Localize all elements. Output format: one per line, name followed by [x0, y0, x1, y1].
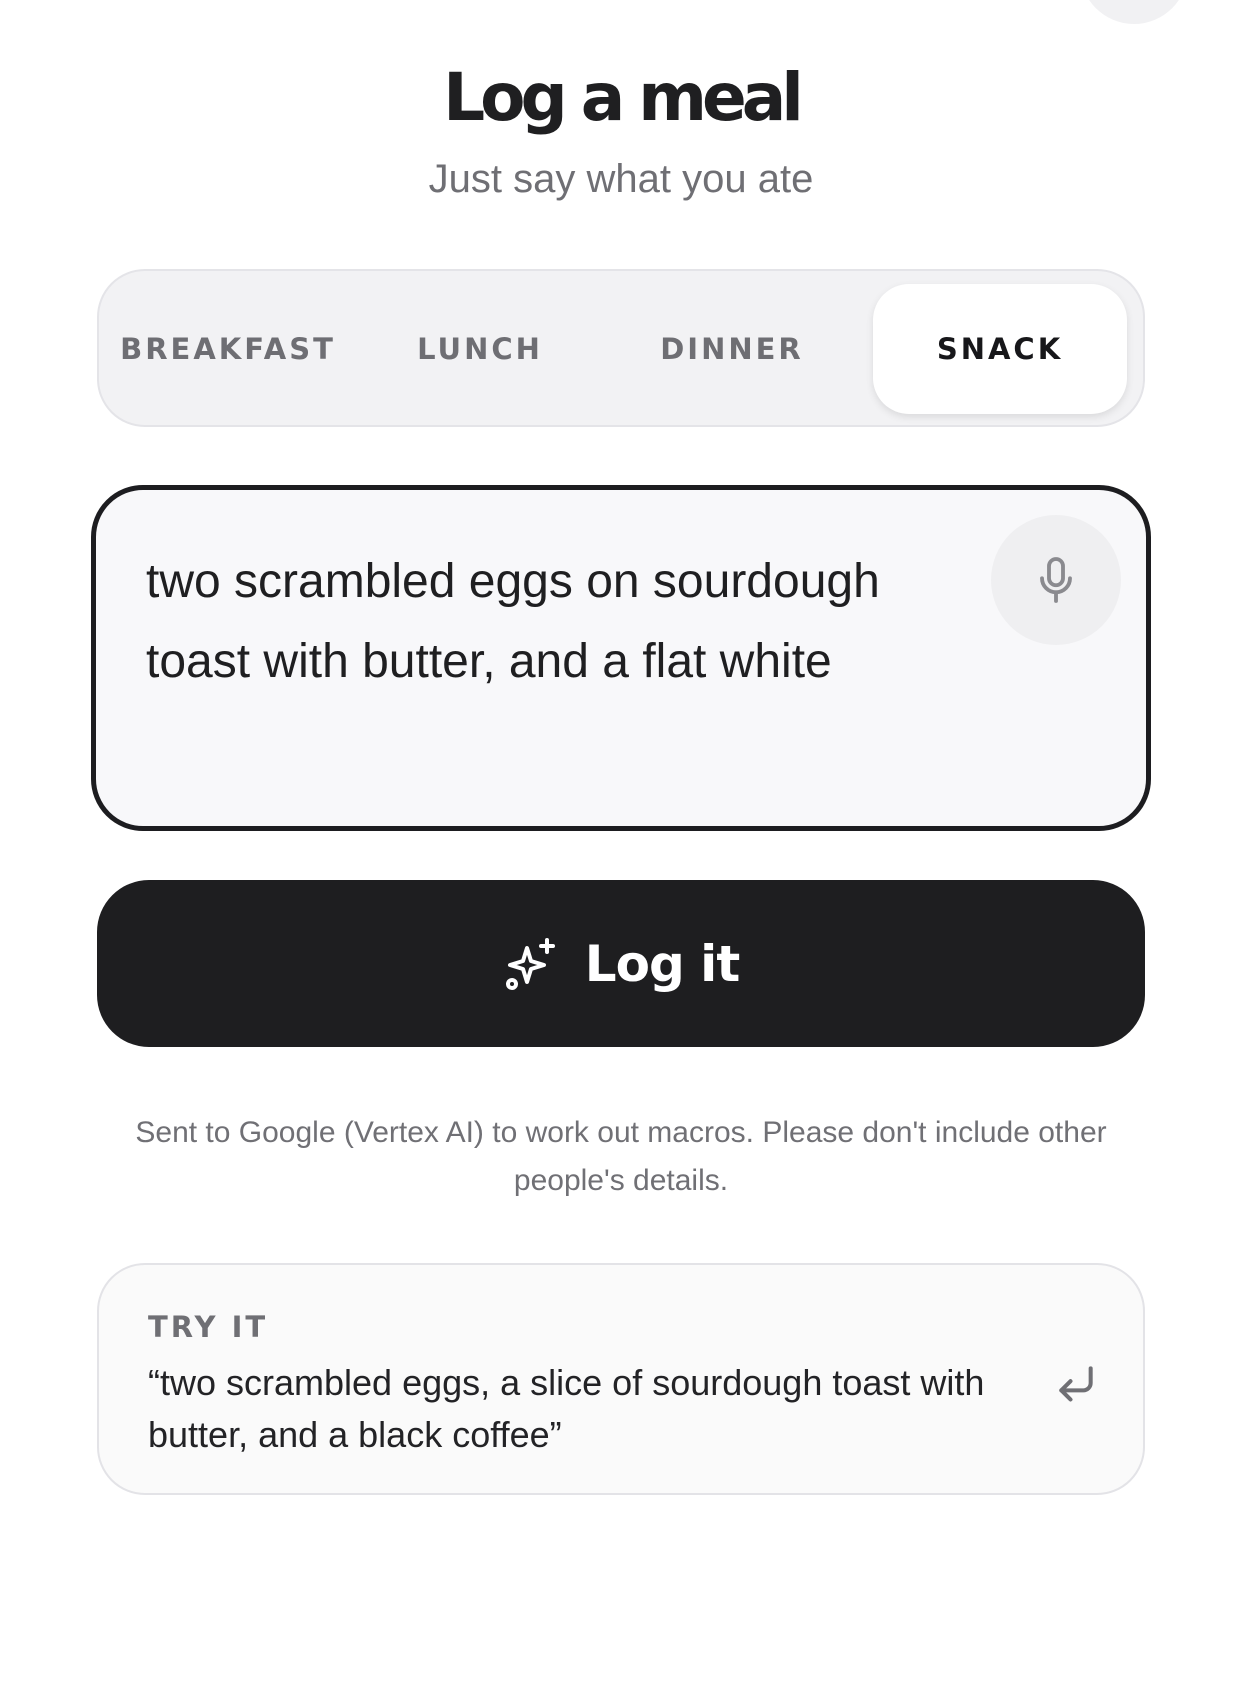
tab-lunch[interactable]: LUNCH: [367, 284, 593, 414]
page-title: Log a meal: [443, 59, 804, 136]
try-it-example-text: “two scrambled eggs, a slice of sourdoug…: [148, 1362, 985, 1455]
tab-snack[interactable]: SNACK: [873, 284, 1127, 414]
microphone-icon: [1040, 557, 1072, 603]
tab-dinner[interactable]: DINNER: [619, 284, 845, 414]
enter-icon: [1059, 1366, 1093, 1402]
meal-type-tabs: BREAKFAST LUNCH DINNER SNACK: [97, 269, 1145, 427]
page-subtitle: Just say what you ate: [428, 157, 814, 201]
meal-description-input[interactable]: two scrambled eggs on sourdough toast wi…: [146, 542, 946, 772]
privacy-note: Sent to Google (Vertex AI) to work out m…: [135, 1116, 1107, 1197]
avatar[interactable]: [1080, 0, 1188, 24]
meal-input-container: two scrambled eggs on sourdough toast wi…: [91, 485, 1151, 831]
try-it-suggestion[interactable]: TRY IT “two scrambled eggs, a slice of s…: [97, 1263, 1145, 1495]
try-it-label: TRY IT: [148, 1310, 269, 1344]
sparkles-icon: [505, 937, 555, 990]
voice-input-button[interactable]: [991, 515, 1121, 645]
log-it-label: Log it: [584, 934, 740, 993]
log-it-button[interactable]: Log it: [97, 880, 1145, 1047]
tab-breakfast[interactable]: BREAKFAST: [115, 284, 341, 414]
